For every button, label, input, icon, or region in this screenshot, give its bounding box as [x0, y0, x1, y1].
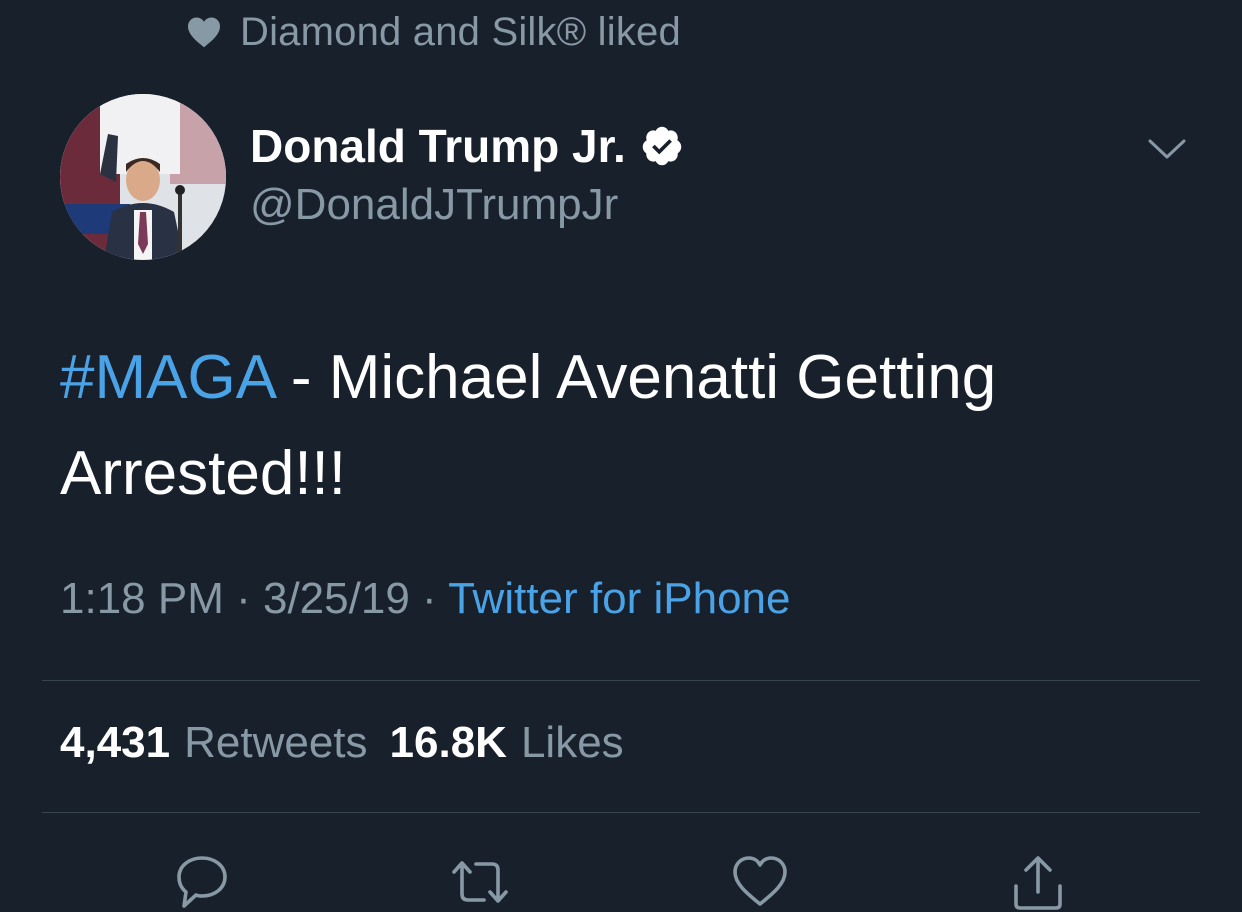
retweet-icon: [452, 861, 508, 903]
author-name[interactable]: Donald Trump Jr.: [250, 119, 626, 173]
tweet-source-link[interactable]: Twitter for iPhone: [448, 574, 790, 623]
tweet-text: #MAGA - Michael Avenatti Getting Arreste…: [60, 330, 1190, 522]
share-icon: [1014, 856, 1062, 910]
social-context-label: Diamond and Silk® liked: [240, 9, 681, 54]
retweets-stat[interactable]: 4,431 Retweets: [60, 718, 368, 768]
retweets-label: Retweets: [184, 718, 368, 767]
reply-button[interactable]: [172, 852, 232, 912]
chevron-down-icon[interactable]: [1146, 132, 1188, 166]
author-handle[interactable]: @DonaldJTrumpJr: [250, 180, 684, 230]
avatar-image: [60, 94, 226, 260]
likes-label: Likes: [520, 718, 624, 767]
avatar[interactable]: [60, 94, 226, 260]
likes-stat[interactable]: 16.8K Likes: [390, 718, 624, 768]
verified-badge-icon: [642, 126, 681, 166]
likes-count: 16.8K: [389, 718, 507, 767]
meta-separator: ·: [223, 574, 263, 623]
share-button[interactable]: [1008, 852, 1068, 912]
divider: [42, 680, 1200, 681]
divider: [42, 812, 1200, 813]
heart-icon: [188, 17, 220, 48]
social-context[interactable]: Diamond and Silk® liked: [186, 8, 681, 56]
retweets-count: 4,431: [60, 718, 171, 767]
tweet-stats: 4,431 Retweets 16.8K Likes: [60, 718, 624, 768]
tweet-meta: 1:18 PM · 3/25/19 · Twitter for iPhone: [60, 574, 790, 624]
reply-icon: [177, 856, 227, 908]
tweet-author[interactable]: Donald Trump Jr. @DonaldJTrumpJr: [250, 118, 684, 230]
tweet-actions: [0, 846, 1242, 910]
retweet-button[interactable]: [450, 852, 510, 912]
meta-separator: ·: [409, 574, 449, 623]
hashtag-link[interactable]: #MAGA: [60, 343, 274, 412]
tweet-date[interactable]: 3/25/19: [263, 574, 410, 623]
like-icon: [733, 856, 787, 906]
like-button[interactable]: [730, 852, 790, 912]
tweet-time[interactable]: 1:18 PM: [60, 574, 224, 623]
